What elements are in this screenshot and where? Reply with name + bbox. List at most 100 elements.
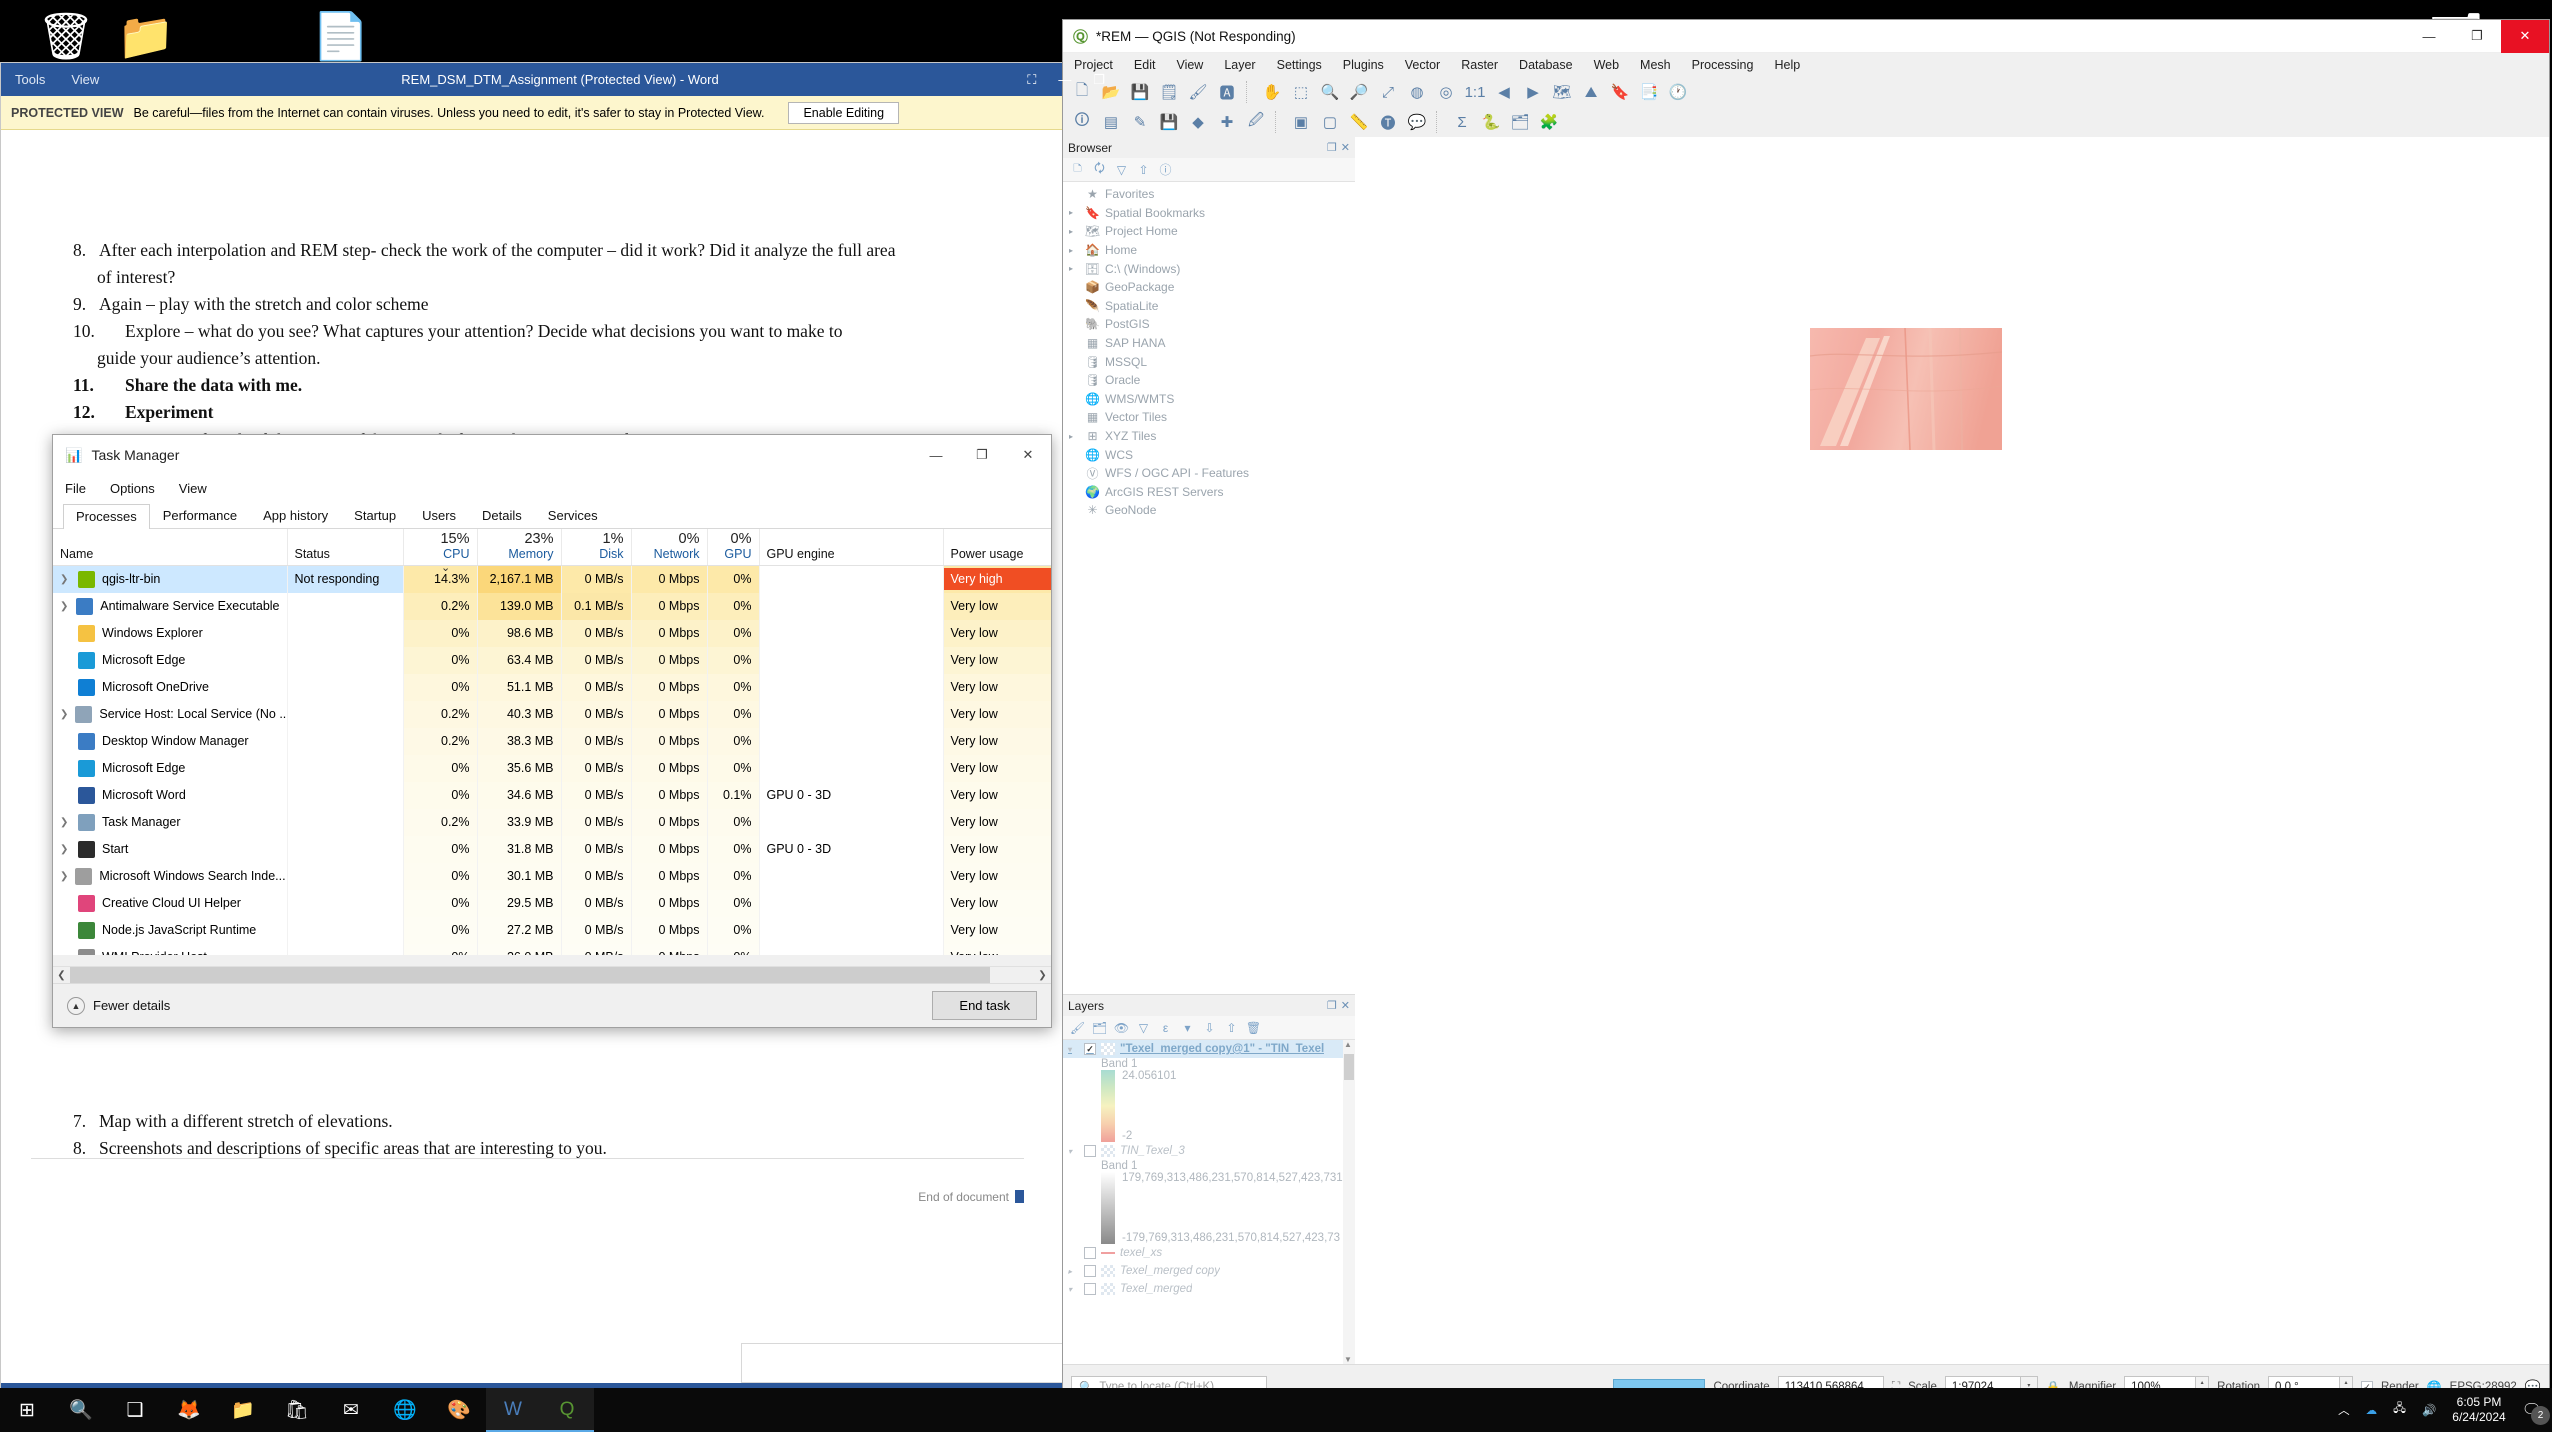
filter-legend-icon[interactable]: ▽ — [1136, 1020, 1151, 1035]
task-manager-maximize-button[interactable]: ❐ — [959, 439, 1005, 471]
open-attribute-table-icon[interactable]: ▤ — [1098, 109, 1124, 135]
browser-item-mssql[interactable]: 🛢 MSSQL — [1063, 352, 1355, 371]
table-row[interactable]: ❯ qgis-ltr-bin Not responding 14.3% 2,167.1 … — [53, 565, 1051, 593]
zoom-out-icon[interactable]: 🔎 — [1346, 79, 1372, 105]
chevron-down-icon[interactable]: ▾ — [1180, 1020, 1195, 1035]
browser-tree[interactable]: ★ Favorites ▸ 🔖 Spatial Bookmarks ▸ 🗺 Project H… — [1063, 182, 1355, 994]
plugin-manager-icon[interactable]: 🧩 — [1536, 109, 1562, 135]
filter-icon[interactable]: ▽ — [1114, 162, 1129, 177]
expand-chevron-icon[interactable]: ▸ — [1069, 246, 1080, 255]
expand-chevron-icon[interactable]: ❯ — [60, 601, 69, 612]
measure-line-icon[interactable]: 📏 — [1346, 109, 1372, 135]
layer-item[interactable]: texel_xs — [1063, 1244, 1355, 1262]
layer-visibility-checkbox[interactable] — [1084, 1145, 1096, 1157]
word-taskbar[interactable]: W — [486, 1388, 540, 1432]
browser-item-xyz-tiles[interactable]: ▸ ⊞ XYZ Tiles — [1063, 427, 1355, 446]
qgis-menu-raster[interactable]: Raster — [1461, 58, 1498, 72]
layer-item[interactable]: ▾ Texel_merged — [1063, 1280, 1355, 1298]
style-manager-icon[interactable]: 🖌 — [1185, 79, 1211, 105]
browser-item-geonode[interactable]: ✳ GeoNode — [1063, 501, 1355, 520]
clock[interactable]: 6:05 PM 6/24/2024 — [2452, 1395, 2505, 1425]
add-group-icon[interactable]: 🗂 — [1092, 1020, 1107, 1035]
process-name-cell[interactable]: Microsoft Edge — [53, 754, 288, 782]
save-layer-edits-icon[interactable]: 💾 — [1156, 109, 1182, 135]
qgis-taskbar[interactable]: Q — [540, 1388, 594, 1432]
notification-center-button[interactable]: 🗨 2 — [2522, 1400, 2550, 1425]
task-manager-tab-performance[interactable]: Performance — [150, 503, 250, 528]
mail-taskbar[interactable]: ✉ — [324, 1388, 378, 1432]
word-ribbon-display-button[interactable]: ⛶ — [1027, 72, 1036, 88]
volume-tray-icon[interactable]: 🔊 — [2422, 1403, 2436, 1417]
column-header-disk[interactable]: 1% Disk — [561, 529, 632, 566]
task-manager-menu-file[interactable]: File — [65, 481, 86, 496]
add-layer-icon[interactable]: 🗅 — [1070, 161, 1085, 177]
expand-chevron-icon[interactable]: ▾ — [1068, 1045, 1079, 1054]
start-button[interactable]: ⊞ — [0, 1388, 54, 1432]
table-row[interactable]: Microsoft OneDrive 0% 51.1 MB 0 MB/s 0 Mbps 0… — [53, 673, 1051, 701]
task-manager-tab-app-history[interactable]: App history — [250, 503, 341, 528]
process-name-cell[interactable]: ❯ Antimalware Service Executable — [53, 592, 288, 620]
scroll-thumb[interactable] — [70, 966, 990, 984]
expand-chevron-icon[interactable]: ▸ — [1069, 208, 1080, 217]
qgis-menu-settings[interactable]: Settings — [1277, 58, 1322, 72]
close-panel-icon[interactable]: ✕ — [1341, 141, 1350, 154]
browser-item-oracle[interactable]: 🛢 Oracle — [1063, 371, 1355, 390]
new-print-layout-icon[interactable]: 🗒 — [1156, 79, 1182, 105]
collapse-all-icon[interactable]: ⇧ — [1136, 162, 1151, 177]
table-row[interactable]: Windows Explorer 0% 98.6 MB 0 MB/s 0 Mbps 0% V… — [53, 619, 1051, 647]
text-annotation-icon[interactable]: 🅣 — [1375, 109, 1401, 135]
browser-item-wcs[interactable]: 🌐 WCS — [1063, 445, 1355, 464]
table-row[interactable]: Desktop Window Manager 0.2% 38.3 MB 0 MB/s 0… — [53, 727, 1051, 755]
paint-taskbar[interactable]: 🎨 — [432, 1388, 486, 1432]
info-icon[interactable]: ⓘ — [1158, 162, 1173, 177]
zoom-next-icon[interactable]: ▶ — [1520, 79, 1546, 105]
expand-chevron-icon[interactable]: ❯ — [60, 817, 71, 828]
filter-expression-icon[interactable]: ε — [1158, 1020, 1173, 1035]
expand-chevron-icon[interactable]: ▾ — [1068, 1285, 1079, 1294]
zoom-last-icon[interactable]: ◀ — [1491, 79, 1517, 105]
expand-chevron-icon[interactable]: ▾ — [1068, 1147, 1079, 1156]
process-name-cell[interactable]: Microsoft Word — [53, 781, 288, 809]
layers-scroll-thumb[interactable] — [1344, 1054, 1354, 1080]
process-name-cell[interactable]: Microsoft OneDrive — [53, 673, 288, 701]
manage-visibility-icon[interactable]: 👁 — [1114, 1020, 1129, 1035]
new-map-view-icon[interactable]: 🗺 — [1549, 79, 1575, 105]
process-name-cell[interactable]: Creative Cloud UI Helper — [53, 889, 288, 917]
layer-item[interactable]: ▾ ✓ "Texel_merged copy@1" - "TIN_Texel — [1063, 1040, 1355, 1058]
identify-features-icon[interactable]: 🛈 — [1069, 109, 1095, 135]
scroll-right-arrow[interactable]: ❯ — [1034, 970, 1051, 981]
store-taskbar[interactable]: 🛍 — [270, 1388, 324, 1432]
pan-to-selection-icon[interactable]: ⬚ — [1288, 79, 1314, 105]
task-manager-tab-startup[interactable]: Startup — [341, 503, 409, 528]
column-header-gpu-engine[interactable]: GPU engine — [759, 529, 944, 566]
qgis-menu-view[interactable]: View — [1176, 58, 1203, 72]
show-layout-manager-icon[interactable]: 🗂 — [1507, 109, 1533, 135]
task-manager-tab-processes[interactable]: Processes — [63, 504, 150, 529]
new-3d-map-view-icon[interactable]: ⛰ — [1578, 79, 1604, 105]
onedrive-tray-icon[interactable]: ☁ — [2366, 1403, 2378, 1417]
toggle-editing-icon[interactable]: ✎ — [1127, 109, 1153, 135]
open-layer-styling-icon[interactable]: 🖌 — [1070, 1020, 1085, 1035]
deselect-icon[interactable]: ▢ — [1317, 109, 1343, 135]
task-manager-horizontal-scrollbar[interactable]: ❮ ❯ — [53, 966, 1051, 984]
column-header-gpu[interactable]: 0% GPU — [707, 529, 760, 566]
browser-item-geopackage[interactable]: 📦 GeoPackage — [1063, 278, 1355, 297]
style-a-icon[interactable]: 🅰 — [1214, 79, 1240, 105]
process-name-cell[interactable]: Desktop Window Manager — [53, 727, 288, 755]
float-panel-icon[interactable]: ❐ — [1327, 999, 1337, 1012]
column-header-cpu[interactable]: 15% CPU — [403, 529, 478, 566]
modify-attributes-icon[interactable]: 🖉 — [1243, 109, 1269, 135]
table-row[interactable]: ❯ Antimalware Service Executable 0.2% 139.0… — [53, 592, 1051, 620]
column-header-name[interactable]: Name — [53, 529, 288, 566]
expand-chevron-icon[interactable]: ❯ — [60, 709, 68, 720]
qgis-menu-database[interactable]: Database — [1519, 58, 1573, 72]
word-menu-tools[interactable]: Tools — [15, 72, 45, 87]
expand-chevron-icon[interactable]: ❯ — [60, 844, 71, 855]
layers-tree[interactable]: ▾ ✓ "Texel_merged copy@1" - "TIN_Texel Band… — [1063, 1040, 1355, 1364]
word-restore-button[interactable]: ❐ — [1093, 72, 1105, 88]
network-tray-icon[interactable]: 🖧 — [2393, 1401, 2406, 1420]
table-row[interactable]: Microsoft Word 0% 34.6 MB 0 MB/s 0 Mbps 0.1% G… — [53, 781, 1051, 809]
layer-visibility-checkbox[interactable] — [1084, 1283, 1096, 1295]
statistics-icon[interactable]: Σ — [1449, 109, 1475, 135]
float-panel-icon[interactable]: ❐ — [1327, 141, 1337, 154]
